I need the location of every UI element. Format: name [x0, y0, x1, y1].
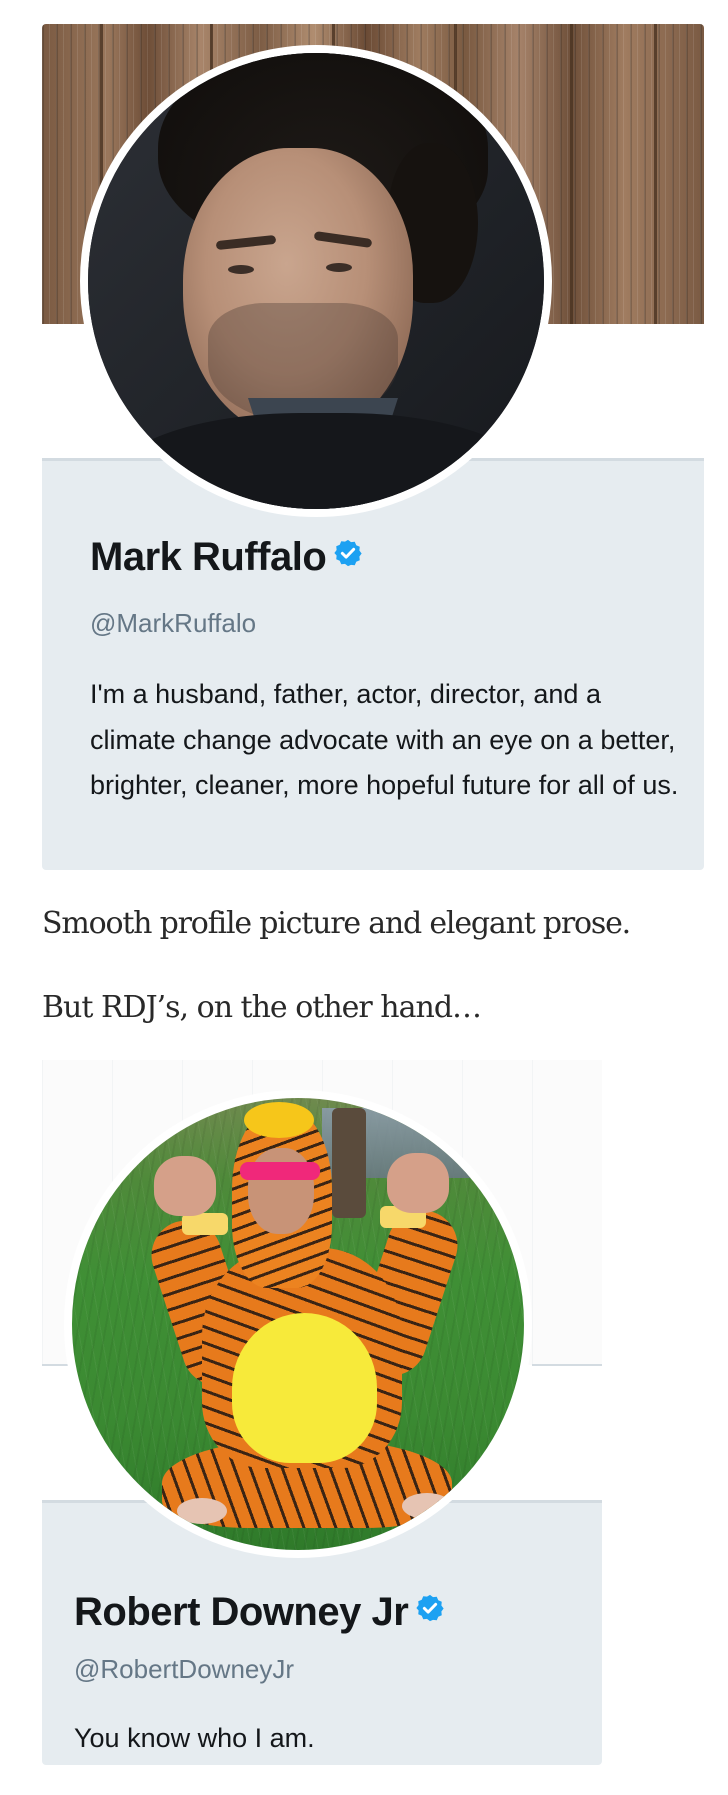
- profile-avatar[interactable]: [80, 45, 552, 517]
- verified-badge-icon: [334, 539, 362, 567]
- verified-badge-icon: [416, 1594, 444, 1622]
- profile-bio: You know who I am.: [74, 1723, 315, 1753]
- article-paragraph: Smooth profile picture and elegant prose…: [42, 906, 631, 941]
- profile-handle[interactable]: @RobertDowneyJr: [74, 1654, 294, 1685]
- article-paragraph: But RDJ’s, on the other hand…: [42, 990, 482, 1025]
- profile-name: Mark Ruffalo: [90, 535, 363, 580]
- banner-divider: [532, 1364, 602, 1366]
- profile-bio: I'm a husband, father, actor, director, …: [90, 679, 679, 800]
- profile-handle[interactable]: @MarkRuffalo: [90, 608, 256, 639]
- profile-name-text: Robert Downey Jr: [74, 1590, 409, 1634]
- profile-name-text: Mark Ruffalo: [90, 535, 327, 579]
- profile-name: Robert Downey Jr: [74, 1590, 445, 1635]
- profile-avatar[interactable]: [64, 1090, 532, 1558]
